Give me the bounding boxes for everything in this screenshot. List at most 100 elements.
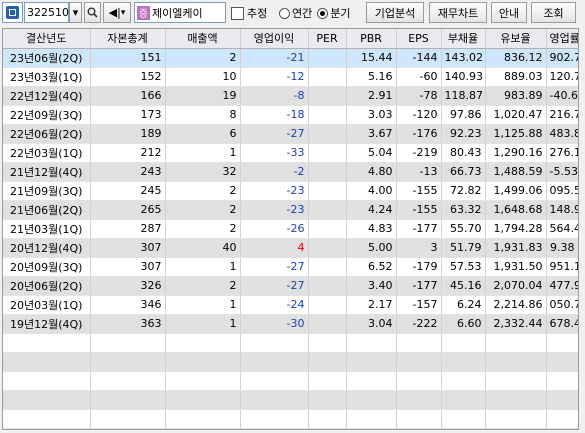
table-cell bbox=[546, 371, 578, 391]
column-header[interactable]: PER bbox=[308, 29, 347, 49]
table-row[interactable]: 21년12월(4Q) 243 32 -2 4.80 -13 66.73 1,488.59 -5.… bbox=[3, 162, 578, 182]
table-cell: 120.70 bbox=[546, 67, 578, 87]
table-cell bbox=[308, 257, 347, 277]
column-header[interactable]: 영업률 bbox=[546, 29, 578, 49]
table-cell bbox=[308, 143, 347, 163]
table-cell: 20년03월(1Q) bbox=[3, 295, 91, 315]
guide-button[interactable]: 안내 bbox=[491, 2, 527, 23]
table-cell: -33 bbox=[240, 143, 309, 163]
table-cell bbox=[546, 409, 578, 429]
table-cell: 10 bbox=[165, 67, 241, 87]
table-row[interactable]: 20년09월(3Q) 307 1 -27 6.52 -179 57.53 1,931.50 95… bbox=[3, 257, 578, 277]
chevron-down-icon: ▾ bbox=[72, 6, 79, 19]
table-row[interactable]: 22년03월(1Q) 212 1 -33 5.04 -219 80.43 1,290.16 27… bbox=[3, 143, 578, 163]
table-cell: -27 bbox=[240, 276, 309, 296]
table-row[interactable]: 21년09월(3Q) 245 2 -23 4.00 -155 72.82 1,499.06 09… bbox=[3, 181, 578, 201]
column-header[interactable]: 영업이익 bbox=[240, 29, 309, 49]
table-row[interactable]: 20년06월(2Q) 326 2 -27 3.40 -177 45.16 2,070.04 47… bbox=[3, 276, 578, 296]
table-cell: 3.67 bbox=[346, 124, 397, 144]
table-cell bbox=[546, 352, 578, 372]
table-cell bbox=[165, 409, 241, 429]
table-cell: 951.12 bbox=[546, 257, 578, 277]
estimate-label: 추정 bbox=[247, 7, 268, 20]
search-button[interactable] bbox=[84, 2, 101, 23]
table-cell bbox=[346, 333, 397, 353]
stock-code-input[interactable]: 322510 bbox=[24, 2, 69, 23]
table-cell bbox=[240, 371, 309, 391]
table-cell: 4.80 bbox=[346, 162, 397, 182]
table-cell bbox=[3, 333, 91, 353]
table-cell: 66.73 bbox=[441, 162, 486, 182]
toolbar: 322510 ▾ ◀| ▾ 증 제이엘케이 추정 연간 분기 기업분석 재무차트 … bbox=[0, 0, 585, 26]
table-row[interactable]: 20년12월(4Q) 307 40 4 5.00 3 51.79 1,931.83 9.38 bbox=[3, 238, 578, 258]
table-row[interactable]: 23년06월(2Q) 151 2 -21 15.44 -144 143.02 836.12 90… bbox=[3, 48, 578, 68]
table-cell: 1 bbox=[165, 257, 241, 277]
table-cell: 20년12월(4Q) bbox=[3, 238, 91, 258]
table-cell: 2,070.04 bbox=[485, 276, 547, 296]
column-header[interactable]: 자본총계 bbox=[90, 29, 166, 49]
column-header[interactable]: 유보율 bbox=[485, 29, 547, 49]
code-dropdown-button[interactable]: ▾ bbox=[69, 2, 82, 23]
table-cell: 152 bbox=[90, 67, 166, 87]
table-cell bbox=[165, 333, 241, 353]
table-cell: 3.40 bbox=[346, 276, 397, 296]
table-row[interactable] bbox=[3, 371, 578, 391]
table-row[interactable]: 21년06월(2Q) 265 2 -23 4.24 -155 63.32 1,648.68 14… bbox=[3, 200, 578, 220]
annual-radio[interactable] bbox=[279, 7, 290, 19]
table-row[interactable] bbox=[3, 352, 578, 372]
table-cell: 4 bbox=[240, 238, 309, 258]
table-cell bbox=[441, 352, 486, 372]
table-cell: 2 bbox=[165, 219, 241, 239]
table-row[interactable]: 22년06월(2Q) 189 6 -27 3.67 -176 92.23 1,125.88 48… bbox=[3, 124, 578, 144]
table-cell: 21년12월(4Q) bbox=[3, 162, 91, 182]
quarter-radio[interactable] bbox=[317, 7, 329, 19]
estimate-checkbox[interactable]: 추정 bbox=[231, 5, 267, 21]
market-tag: 증 bbox=[137, 5, 150, 20]
table-row[interactable]: 22년09월(3Q) 173 8 -18 3.03 -120 97.86 1,020.47 21… bbox=[3, 105, 578, 125]
table-cell bbox=[308, 162, 347, 182]
table-cell bbox=[308, 219, 347, 239]
financial-chart-button[interactable]: 재무차트 bbox=[429, 2, 487, 23]
table-cell bbox=[90, 390, 166, 410]
table-cell: -157 bbox=[396, 295, 442, 315]
checkbox-box[interactable] bbox=[231, 6, 244, 20]
table-row[interactable] bbox=[3, 333, 578, 353]
table-cell: 19년12월(4Q) bbox=[3, 314, 91, 334]
table-cell: -23 bbox=[240, 200, 309, 220]
table-cell bbox=[308, 276, 347, 296]
table-row[interactable] bbox=[3, 409, 578, 429]
period-radio-group: 연간 분기 bbox=[279, 5, 351, 21]
stock-list-icon[interactable] bbox=[2, 2, 23, 23]
audio-button[interactable]: ◀| ▾ bbox=[103, 2, 131, 23]
table-cell: 363 bbox=[90, 314, 166, 334]
query-button[interactable]: 조회 bbox=[531, 2, 576, 23]
table-cell: 477.98 bbox=[546, 276, 578, 296]
table-cell bbox=[3, 371, 91, 391]
table-cell bbox=[308, 181, 347, 201]
table-row[interactable] bbox=[3, 390, 578, 410]
table-cell bbox=[396, 390, 442, 410]
table-cell bbox=[396, 333, 442, 353]
column-header[interactable]: 결산년도 bbox=[3, 29, 91, 49]
table-row[interactable]: 23년03월(1Q) 152 10 -12 5.16 -60 140.93 889.03 120… bbox=[3, 67, 578, 87]
column-header[interactable]: 부채율 bbox=[441, 29, 486, 49]
financial-table[interactable]: 결산년도 자본총계 매출액 영업이익 PER PBR EPS 부채율 유보율 영업률 23년06월… bbox=[2, 28, 579, 430]
table-cell: 63.32 bbox=[441, 200, 486, 220]
table-cell: -179 bbox=[396, 257, 442, 277]
table-row[interactable]: 22년12월(4Q) 166 19 -8 2.91 -78 118.87 983.89 -40.… bbox=[3, 86, 578, 106]
table-row[interactable]: 19년12월(4Q) 363 1 -30 3.04 -222 6.60 2,332.44 678… bbox=[3, 314, 578, 334]
table-cell: 1,794.28 bbox=[485, 219, 547, 239]
column-header[interactable]: 매출액 bbox=[165, 29, 241, 49]
table-row[interactable]: 20년03월(1Q) 346 1 -24 2.17 -157 6.24 2,214.86 050… bbox=[3, 295, 578, 315]
column-header[interactable]: EPS bbox=[396, 29, 442, 49]
company-analysis-button[interactable]: 기업분석 bbox=[366, 2, 424, 23]
table-row[interactable]: 21년03월(1Q) 287 2 -26 4.83 -177 55.70 1,794.28 56… bbox=[3, 219, 578, 239]
table-cell: 19 bbox=[165, 86, 241, 106]
table-cell: 8 bbox=[165, 105, 241, 125]
table-cell: 4.00 bbox=[346, 181, 397, 201]
table-cell bbox=[441, 371, 486, 391]
column-header[interactable]: PBR bbox=[346, 29, 397, 49]
table-cell bbox=[3, 409, 91, 429]
table-cell: 212 bbox=[90, 143, 166, 163]
table-cell bbox=[396, 371, 442, 391]
